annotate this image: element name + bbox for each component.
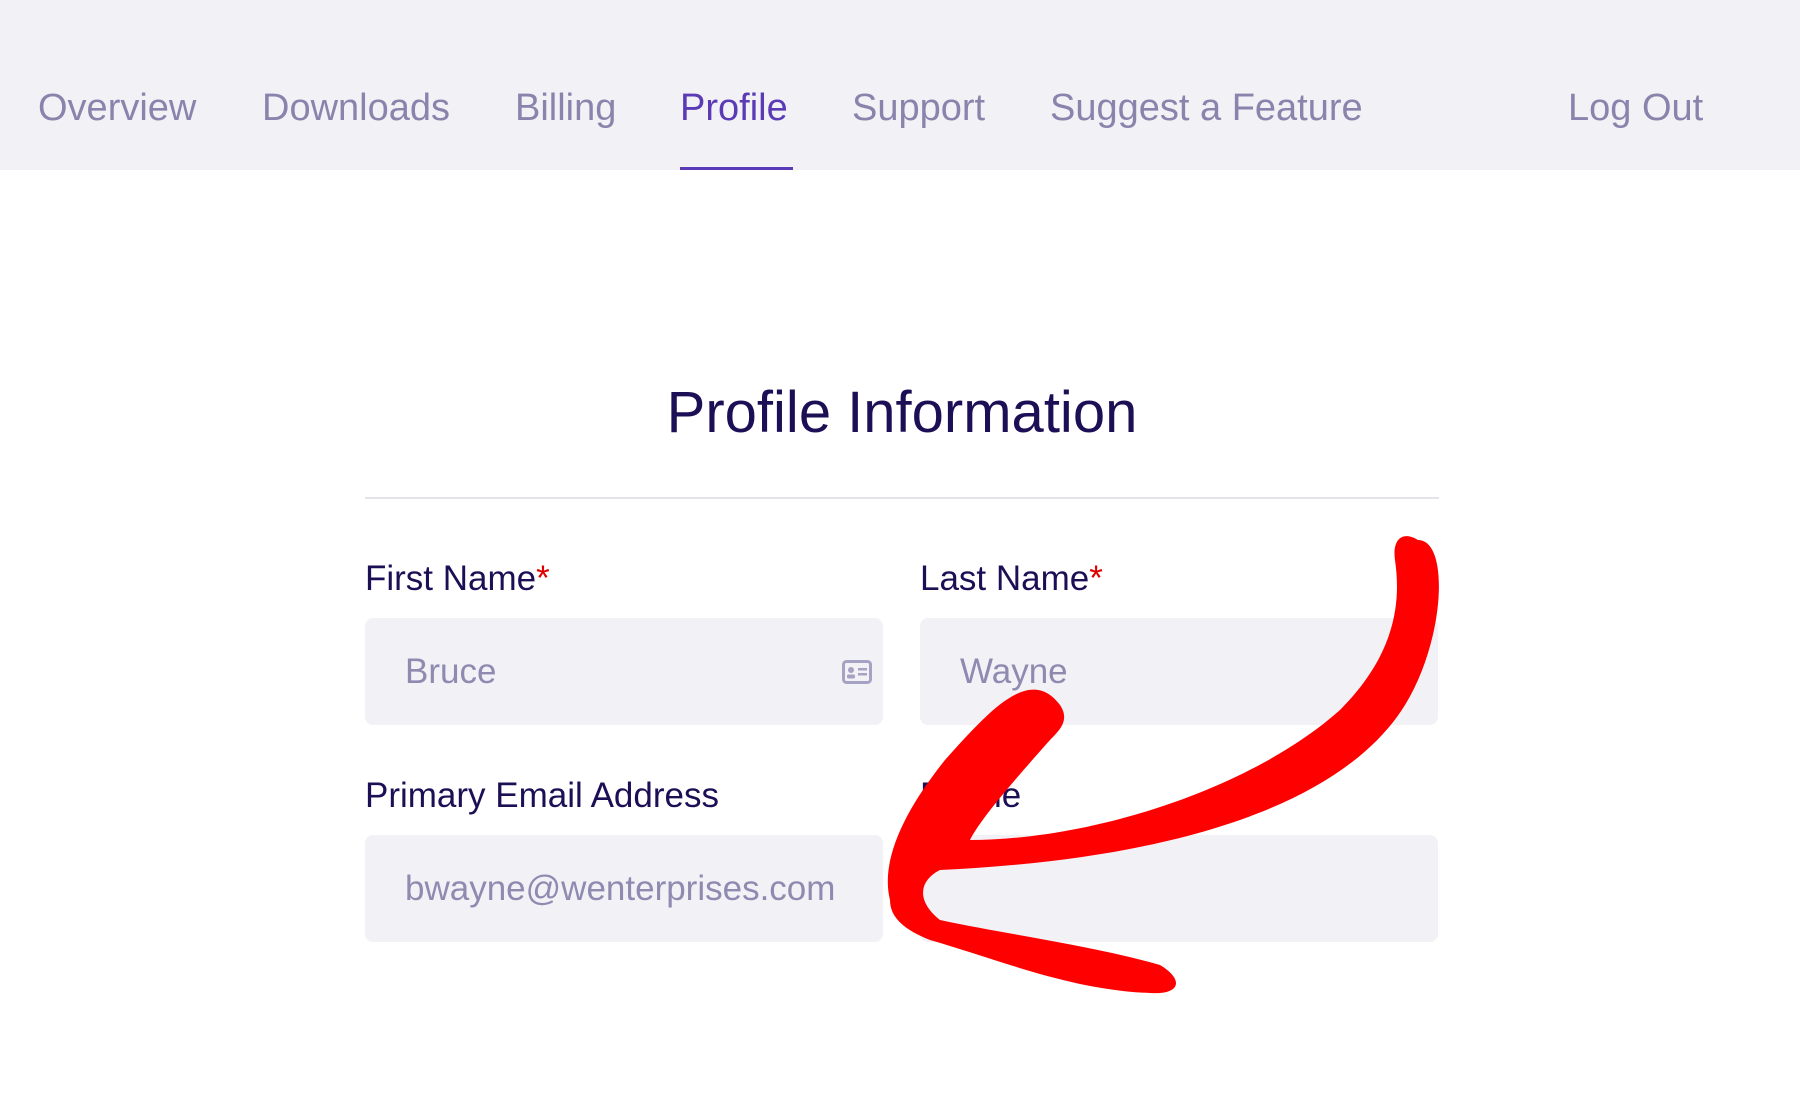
email-label: Primary Email Address [365,776,719,815]
nav-tab-downloads[interactable]: Downloads [262,82,450,134]
logout-link[interactable]: Log Out [1568,82,1703,134]
page-title: Profile Information [666,380,1138,445]
title-divider [365,497,1439,499]
phone-input[interactable] [920,835,1438,942]
required-asterisk: * [536,559,550,598]
phone-label: Phone [920,776,1022,815]
active-tab-indicator [680,167,793,170]
last-name-label-text: Last Name [920,559,1090,598]
nav-tab-support[interactable]: Support [852,82,985,134]
contact-card-icon [842,660,872,684]
first-name-input[interactable] [365,618,883,725]
first-name-label-text: First Name [365,559,537,598]
nav-tab-overview[interactable]: Overview [38,82,196,134]
nav-tab-billing[interactable]: Billing [515,82,616,134]
email-input[interactable] [365,835,883,942]
last-name-label: Last Name* [920,556,1103,602]
first-name-label: First Name* [365,556,550,602]
nav-tab-suggest-a-feature[interactable]: Suggest a Feature [1050,82,1363,134]
required-asterisk: * [1089,559,1103,598]
last-name-input[interactable] [920,618,1438,725]
nav-tab-profile[interactable]: Profile [680,82,788,134]
top-navigation: Overview Downloads Billing Profile Suppo… [0,0,1800,170]
